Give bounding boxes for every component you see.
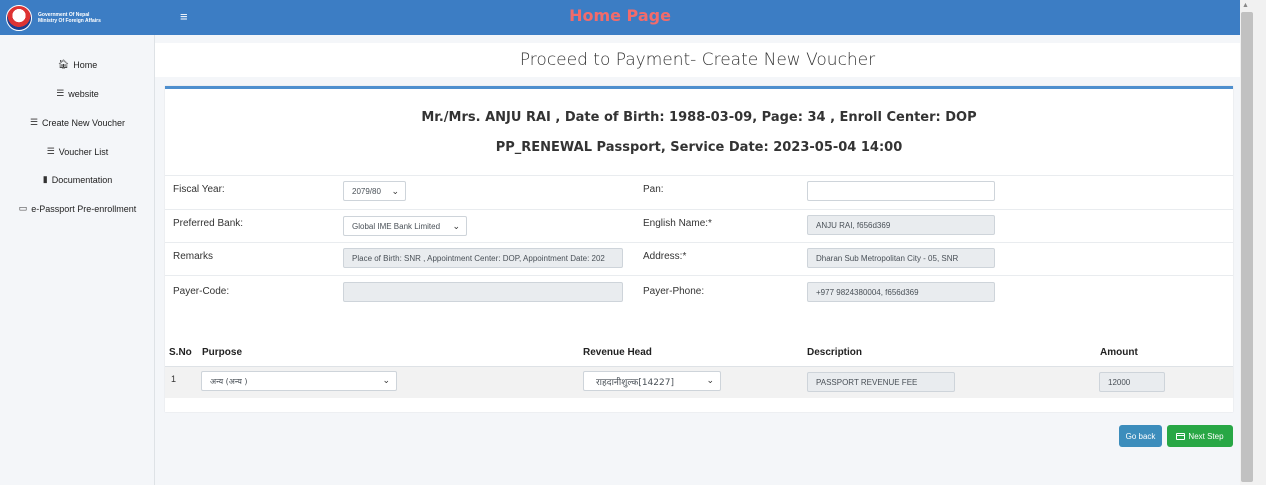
- list-icon: ☰: [46, 146, 55, 156]
- revenue-head-value: राहदानीशुल्क[14227]: [596, 377, 674, 388]
- remarks-field[interactable]: Place of Birth: SNR , Appointment Center…: [343, 248, 623, 268]
- english-name-label: English Name:*: [643, 218, 712, 229]
- pan-input[interactable]: [807, 181, 995, 201]
- description-field[interactable]: PASSPORT REVENUE FEE: [807, 372, 955, 392]
- list-icon: ☰: [56, 88, 65, 98]
- sidebar-item-home[interactable]: 🏠︎ Home: [0, 59, 155, 70]
- row-sno: 1: [171, 374, 177, 384]
- house-icon: 🏠︎: [57, 59, 70, 69]
- purpose-select[interactable]: अन्य (अन्य ) ⌄: [201, 371, 397, 391]
- table-header-sno: S.No: [169, 347, 192, 358]
- english-name-field[interactable]: ANJU RAI, f656d369: [807, 215, 995, 235]
- page-title: Proceed to Payment- Create New Voucher: [519, 50, 876, 70]
- go-back-label: Go back: [1125, 431, 1156, 441]
- go-back-button[interactable]: Go back: [1119, 425, 1162, 447]
- payer-phone-field[interactable]: +977 9824380004, f656d369: [807, 282, 995, 302]
- address-field[interactable]: Dharan Sub Metropolitan City - 05, SNR: [807, 248, 995, 268]
- table-header-amount: Amount: [1100, 347, 1138, 358]
- next-step-button[interactable]: Next Step: [1167, 425, 1233, 447]
- preferred-bank-select[interactable]: Global IME Bank Limited ⌄: [343, 216, 467, 236]
- payer-phone-label: Payer-Phone:: [643, 286, 705, 297]
- chevron-down-icon: ⌄: [382, 376, 390, 386]
- chevron-down-icon: ⌄: [391, 185, 399, 196]
- sidebar-item-voucher-list[interactable]: ☰ Voucher List: [0, 146, 155, 157]
- vertical-scrollbar[interactable]: ▲: [1240, 0, 1266, 485]
- sidebar: [0, 35, 155, 485]
- header-title: Home Page: [569, 6, 671, 25]
- service-info: PP_RENEWAL Passport, Service Date: 2023-…: [495, 140, 903, 155]
- preferred-bank-value: Global IME Bank Limited: [352, 221, 441, 231]
- laptop-icon: ▭: [18, 203, 28, 213]
- payer-code-label: Payer-Code:: [173, 286, 230, 297]
- sidebar-item-label: e-Passport Pre-enrollment: [31, 203, 137, 214]
- chevron-down-icon: ⌄: [706, 376, 714, 386]
- form-row: [165, 175, 1233, 209]
- sidebar-item-label: website: [68, 88, 99, 99]
- revenue-head-select[interactable]: राहदानीशुल्क[14227] ⌄: [583, 371, 721, 391]
- table-header-description: Description: [807, 347, 863, 358]
- table-header-purpose: Purpose: [202, 347, 243, 358]
- pan-label: Pan:: [643, 184, 664, 195]
- scroll-up-icon[interactable]: ▲: [1242, 2, 1249, 9]
- form-row: [165, 242, 1233, 276]
- book-icon: ▮: [42, 174, 48, 184]
- remarks-label: Remarks: [173, 251, 214, 262]
- next-step-label: Next Step: [1188, 431, 1224, 441]
- sidebar-item-create-new-voucher[interactable]: ☰ Create New Voucher: [0, 117, 155, 128]
- table-header-revenue-head: Revenue Head: [583, 347, 652, 358]
- chevron-down-icon: ⌄: [452, 220, 460, 231]
- sidebar-item-documentation[interactable]: ▮ Documentation: [0, 174, 155, 185]
- purpose-value: अन्य (अन्य ): [210, 376, 248, 386]
- sidebar-item-label: Voucher List: [58, 146, 109, 157]
- credit-card-icon: [1176, 432, 1186, 440]
- fiscal-year-label: Fiscal Year:: [173, 184, 225, 195]
- fiscal-year-select[interactable]: 2079/80 ⌄: [343, 181, 406, 201]
- list-icon: ☰: [29, 117, 39, 127]
- sidebar-item-e-passport-pre-enrollment[interactable]: ▭ e-Passport Pre-enrollment: [0, 203, 155, 214]
- preferred-bank-label: Preferred Bank:: [173, 218, 244, 229]
- sidebar-item-label: Documentation: [51, 174, 113, 185]
- sidebar-item-label: Home: [73, 59, 98, 70]
- sidebar-item-label: Create New Voucher: [42, 117, 126, 128]
- amount-field[interactable]: 12000: [1099, 372, 1165, 392]
- sidebar-item-website[interactable]: ☰ website: [0, 88, 155, 99]
- scrollbar-thumb[interactable]: [1241, 12, 1253, 482]
- fiscal-year-value: 2079/80: [352, 186, 381, 196]
- address-label: Address:*: [643, 251, 687, 262]
- applicant-info: Mr./Mrs. ANJU RAI , Date of Birth: 1988-…: [421, 110, 977, 125]
- payer-code-field[interactable]: [343, 282, 623, 302]
